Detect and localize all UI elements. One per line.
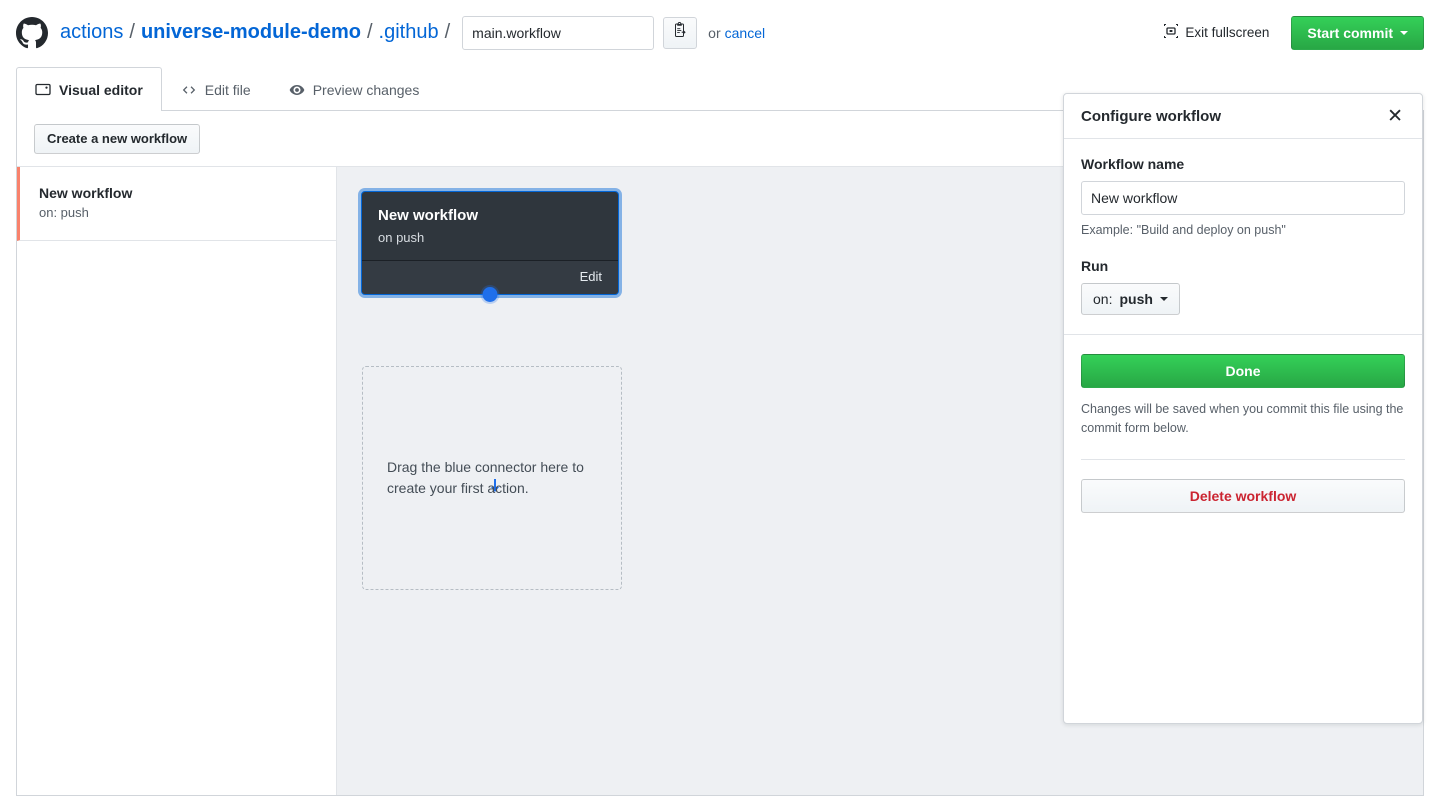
tab-preview-changes[interactable]: Preview changes	[270, 67, 439, 111]
save-note: Changes will be saved when you commit th…	[1081, 400, 1405, 438]
create-workflow-button[interactable]: Create a new workflow	[34, 124, 200, 154]
sidebar-item-new-workflow[interactable]: New workflow on: push	[17, 167, 336, 241]
clipboard-paste-icon	[672, 22, 688, 43]
chevron-down-icon	[1400, 31, 1408, 35]
github-mark-icon	[16, 17, 48, 49]
dropzone-text: Drag the blue connector here to create y…	[387, 457, 597, 499]
breadcrumb-separator-3: /	[445, 21, 451, 44]
run-event-value: push	[1119, 291, 1152, 307]
tab-visual-editor[interactable]: Visual editor	[16, 67, 162, 111]
tab-edit-file-label: Edit file	[205, 82, 251, 98]
delete-workflow-button[interactable]: Delete workflow	[1081, 479, 1405, 513]
connector-dot-icon[interactable]	[483, 287, 498, 302]
tab-visual-editor-label: Visual editor	[59, 82, 143, 98]
start-commit-label: Start commit	[1307, 25, 1393, 41]
code-icon	[181, 82, 197, 98]
panel-title: Configure workflow	[1081, 108, 1221, 125]
workflow-node-title: New workflow	[378, 206, 602, 226]
breadcrumb-separator-2: /	[367, 21, 373, 44]
start-commit-button[interactable]: Start commit	[1291, 16, 1424, 50]
action-dropzone[interactable]: Drag the blue connector here to create y…	[362, 366, 622, 590]
screen-normal-icon	[1163, 23, 1179, 42]
tab-preview-changes-label: Preview changes	[313, 82, 420, 98]
breadcrumb-separator-1: /	[129, 21, 135, 44]
workflow-name-label: Workflow name	[1081, 156, 1405, 172]
configure-workflow-panel: Configure workflow ✕ Workflow name Examp…	[1063, 93, 1423, 724]
run-label: Run	[1081, 258, 1405, 274]
workflow-list-sidebar: New workflow on: push	[17, 167, 337, 795]
close-icon[interactable]: ✕	[1385, 105, 1405, 128]
device-desktop-icon	[35, 82, 51, 98]
panel-header: Configure workflow ✕	[1064, 94, 1422, 139]
sidebar-item-title: New workflow	[39, 185, 320, 201]
workflow-node-body: New workflow on push	[362, 192, 618, 260]
filename-input[interactable]	[462, 16, 654, 50]
exit-fullscreen-label: Exit fullscreen	[1185, 25, 1269, 40]
done-button[interactable]: Done	[1081, 354, 1405, 388]
tab-edit-file[interactable]: Edit file	[162, 67, 270, 111]
cancel-link[interactable]: cancel	[725, 25, 765, 41]
breadcrumb-owner[interactable]: actions	[60, 21, 123, 44]
chevron-down-icon	[1160, 297, 1168, 301]
paste-filename-button[interactable]	[663, 17, 697, 49]
workflow-node-subtitle: on push	[378, 230, 602, 245]
sidebar-item-subtitle: on: push	[39, 205, 320, 220]
workflow-node[interactable]: New workflow on push Edit	[361, 191, 619, 295]
actions-divider	[1081, 459, 1405, 460]
workflow-name-hint: Example: "Build and deploy on push"	[1081, 223, 1405, 237]
header-actions: Exit fullscreen Start commit	[1163, 16, 1424, 50]
breadcrumb: actions / universe-module-demo / .github…	[60, 21, 456, 44]
run-event-select[interactable]: on: push	[1081, 283, 1180, 315]
or-label: or	[708, 25, 720, 41]
panel-actions: Done Changes will be saved when you comm…	[1064, 335, 1422, 513]
panel-form: Workflow name Example: "Build and deploy…	[1064, 139, 1422, 334]
breadcrumb-repo[interactable]: universe-module-demo	[141, 21, 361, 44]
breadcrumb-folder[interactable]: .github	[379, 21, 439, 44]
run-event-prefix: on:	[1093, 291, 1112, 307]
workflow-node-edit-button[interactable]: Edit	[580, 269, 602, 284]
exit-fullscreen-button[interactable]: Exit fullscreen	[1163, 23, 1269, 42]
page-header: actions / universe-module-demo / .github…	[0, 0, 1440, 65]
eye-icon	[289, 82, 305, 98]
workflow-name-input[interactable]	[1081, 181, 1405, 215]
